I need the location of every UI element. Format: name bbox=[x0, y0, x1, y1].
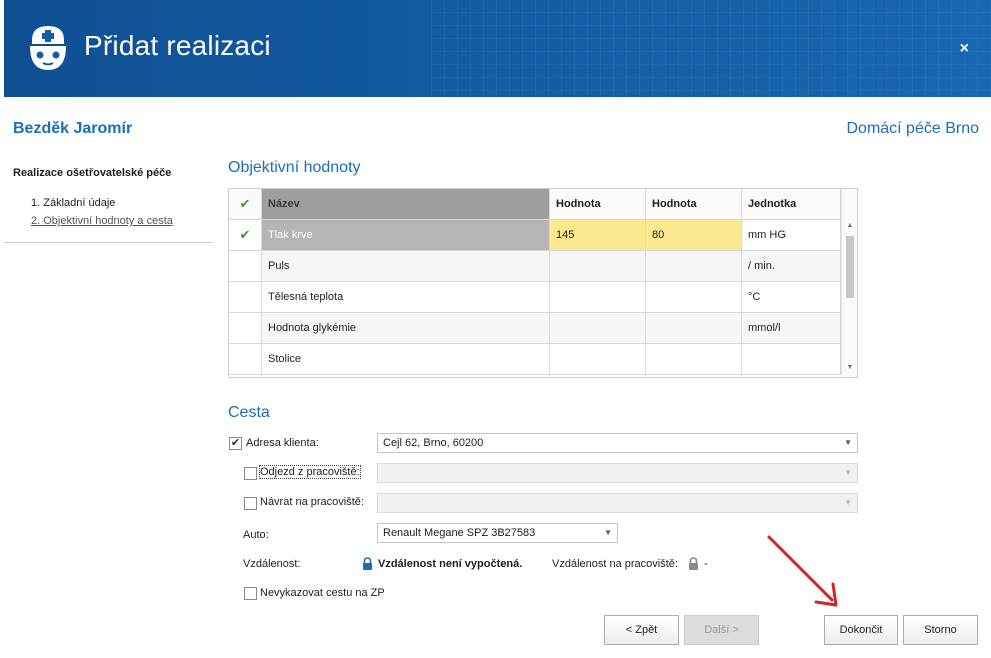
row-value-1[interactable] bbox=[550, 251, 646, 281]
lock-icon bbox=[363, 557, 372, 570]
scroll-up-icon[interactable]: ▲ bbox=[842, 222, 857, 229]
back-button[interactable]: < Zpět bbox=[604, 615, 679, 645]
row-unit: °C bbox=[742, 282, 841, 312]
vzdalenost-pracoviste-value: - bbox=[704, 558, 708, 570]
table-row[interactable]: Stolice bbox=[229, 344, 841, 375]
table-row[interactable]: Puls / min. bbox=[229, 251, 841, 282]
header-check-icon[interactable]: ✔ bbox=[229, 189, 262, 219]
row-unit: / min. bbox=[742, 251, 841, 281]
row-value-1[interactable] bbox=[550, 344, 646, 374]
row-check-icon[interactable] bbox=[229, 251, 262, 281]
auto-value: Renault Megane SPZ 3B27583 bbox=[383, 527, 536, 539]
nurse-icon bbox=[30, 26, 66, 70]
table-scrollbar[interactable]: ▲ ▼ bbox=[841, 189, 857, 377]
table-header-row: ✔ Název Hodnota Hodnota Jednotka bbox=[229, 189, 841, 220]
table-row[interactable]: Tělesná teplota °C bbox=[229, 282, 841, 313]
chevron-down-icon: ▼ bbox=[844, 468, 852, 477]
row-check-icon[interactable] bbox=[229, 282, 262, 312]
column-header-unit[interactable]: Jednotka bbox=[742, 189, 841, 219]
scroll-down-icon[interactable]: ▼ bbox=[842, 364, 857, 371]
nevykazovat-label: Nevykazovat cestu na ZP bbox=[260, 587, 385, 599]
finish-button[interactable]: Dokončit bbox=[824, 615, 898, 645]
lock-icon bbox=[689, 557, 698, 570]
table-row[interactable]: Hodnota glykémie mmol/l bbox=[229, 313, 841, 344]
row-value-1[interactable] bbox=[550, 282, 646, 312]
dialog-header: Přidat realizaci × bbox=[4, 0, 991, 97]
chevron-down-icon: ▼ bbox=[844, 498, 852, 507]
column-header-value-1[interactable]: Hodnota bbox=[550, 189, 646, 219]
navrat-label: Návrat na pracoviště: bbox=[260, 496, 364, 508]
adresa-label: Adresa klienta: bbox=[246, 437, 319, 449]
adresa-value: Cejl 62, Brno, 60200 bbox=[383, 437, 484, 449]
close-icon[interactable]: × bbox=[960, 40, 969, 58]
next-button: Další > bbox=[684, 615, 759, 645]
vzdalenost-pracoviste-label: Vzdálenost na pracoviště: bbox=[552, 558, 678, 570]
adresa-checkbox[interactable]: ✔ bbox=[229, 437, 242, 450]
dialog-title: Přidat realizaci bbox=[84, 30, 271, 61]
row-value-1[interactable] bbox=[550, 313, 646, 343]
row-name: Puls bbox=[262, 251, 550, 281]
row-value-1[interactable]: 145 bbox=[550, 220, 646, 250]
cancel-button[interactable]: Storno bbox=[903, 615, 978, 645]
auto-select[interactable]: Renault Megane SPZ 3B27583 ▼ bbox=[377, 523, 618, 543]
vzdalenost-label: Vzdálenost: bbox=[243, 558, 301, 570]
row-value-2[interactable] bbox=[646, 282, 742, 312]
section-title-objective: Objektivní hodnoty bbox=[228, 159, 361, 176]
wizard-title: Realizace ošetřovatelské péče bbox=[13, 167, 172, 179]
row-value-2[interactable] bbox=[646, 251, 742, 281]
row-unit: mmol/l bbox=[742, 313, 841, 343]
scrollbar-thumb[interactable] bbox=[846, 236, 854, 298]
row-name: Tlak krve bbox=[262, 220, 550, 250]
odjezd-select: ▼ bbox=[377, 463, 858, 483]
nevykazovat-checkbox[interactable] bbox=[244, 587, 257, 600]
column-header-value-2[interactable]: Hodnota bbox=[646, 189, 742, 219]
objective-values-table: ✔ Název Hodnota Hodnota Jednotka ✔ Tlak … bbox=[228, 188, 858, 378]
chevron-down-icon: ▼ bbox=[604, 528, 612, 537]
wizard-step-1[interactable]: 1. Základní údaje bbox=[31, 197, 115, 209]
nav-divider bbox=[4, 242, 213, 243]
row-name: Tělesná teplota bbox=[262, 282, 550, 312]
table-row[interactable]: ✔ Tlak krve 145 80 mm HG bbox=[229, 220, 841, 251]
row-unit: mm HG bbox=[742, 220, 841, 250]
row-value-2[interactable] bbox=[646, 344, 742, 374]
odjezd-checkbox[interactable] bbox=[244, 467, 257, 480]
row-check-icon[interactable] bbox=[229, 344, 262, 374]
row-name: Stolice bbox=[262, 344, 550, 374]
organization-name: Domácí péče Brno bbox=[846, 120, 979, 137]
section-title-cesta: Cesta bbox=[228, 404, 270, 421]
column-header-name[interactable]: Název bbox=[262, 189, 550, 219]
navrat-select: ▼ bbox=[377, 493, 858, 513]
row-unit bbox=[742, 344, 841, 374]
navrat-checkbox[interactable] bbox=[244, 497, 257, 510]
row-value-2[interactable]: 80 bbox=[646, 220, 742, 250]
row-check-icon[interactable]: ✔ bbox=[229, 220, 262, 250]
row-value-2[interactable] bbox=[646, 313, 742, 343]
row-check-icon[interactable] bbox=[229, 313, 262, 343]
auto-label: Auto: bbox=[243, 529, 269, 541]
row-name: Hodnota glykémie bbox=[262, 313, 550, 343]
patient-name: Bezděk Jaromír bbox=[13, 120, 133, 137]
odjezd-label[interactable]: Odjezd z pracoviště: bbox=[259, 465, 361, 479]
vzdalenost-value: Vzdálenost není vypočtená. bbox=[378, 558, 523, 570]
adresa-select[interactable]: Cejl 62, Brno, 60200 ▼ bbox=[377, 433, 858, 453]
chevron-down-icon: ▼ bbox=[844, 438, 852, 447]
wizard-step-2[interactable]: 2. Objektivní hodnoty a cesta bbox=[31, 215, 173, 227]
header-pattern bbox=[431, 0, 991, 97]
annotation-arrow-icon bbox=[767, 535, 838, 607]
